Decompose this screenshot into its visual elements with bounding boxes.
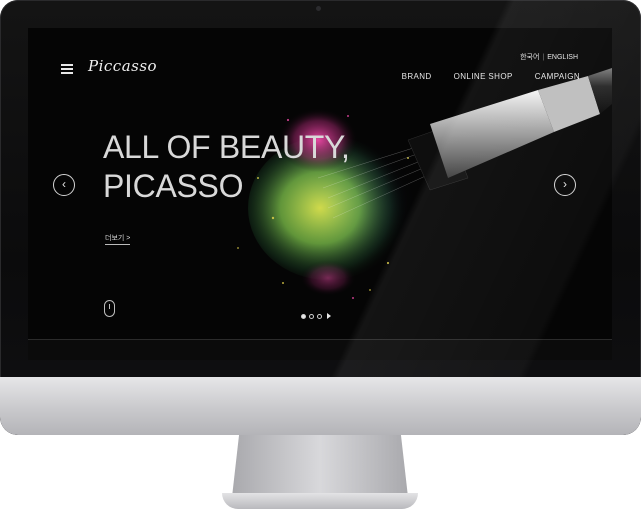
slide-dot-2[interactable] <box>309 313 314 319</box>
hero-title-line2: PICASSO <box>103 168 244 204</box>
lang-korean[interactable]: 한국어 <box>520 54 539 61</box>
arrow-left-icon[interactable]: ‹ <box>53 174 75 196</box>
hamburger-menu-icon[interactable] <box>61 64 73 74</box>
language-switcher: 한국어 | ENGLISH <box>520 52 578 62</box>
hero-title: ALL OF BEAUTY, PICASSO <box>103 128 350 206</box>
website-screen: Piccasso 한국어 | ENGLISH BRAND ONLINE SHOP C… <box>28 28 612 339</box>
nav-online-shop[interactable]: ONLINE SHOP <box>454 72 513 81</box>
brand-logo[interactable]: Piccasso <box>88 57 157 75</box>
arrow-right-icon[interactable]: › <box>554 174 576 196</box>
hero-title-line1: ALL OF BEAUTY, <box>103 129 350 165</box>
slide-pagination <box>301 313 331 319</box>
nav-brand[interactable]: BRAND <box>402 72 432 81</box>
lang-english[interactable]: ENGLISH <box>547 54 578 61</box>
nav-campaign[interactable]: CAMPAIGN <box>535 72 580 81</box>
lang-separator: | <box>542 54 545 61</box>
screen-bottom-strip <box>28 339 612 360</box>
slide-dot-1[interactable] <box>301 313 306 319</box>
slide-dot-3[interactable] <box>317 313 322 319</box>
monitor-stand <box>232 435 408 497</box>
main-nav: BRAND ONLINE SHOP CAMPAIGN <box>402 72 580 81</box>
camera-dot <box>316 6 321 11</box>
more-link[interactable]: 더보기 > <box>105 233 131 245</box>
play-icon[interactable] <box>327 313 331 319</box>
mouse-scroll-icon[interactable] <box>104 300 115 317</box>
imac-monitor: Piccasso 한국어 | ENGLISH BRAND ONLINE SHOP C… <box>0 0 641 435</box>
monitor-chin <box>0 377 641 435</box>
monitor-base <box>222 493 418 509</box>
